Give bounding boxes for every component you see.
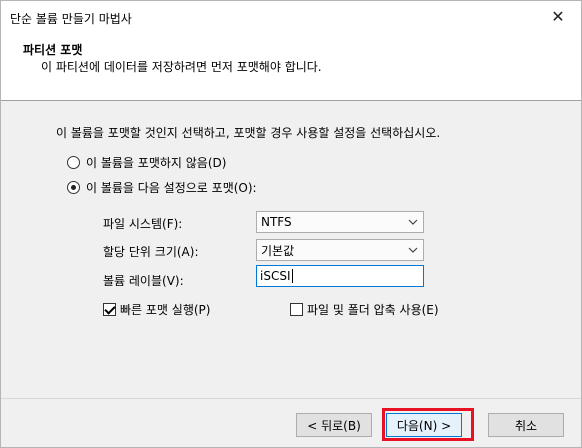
radio-format-button[interactable] [67,181,80,194]
quick-format-checkbox[interactable]: 빠른 포맷 실행(P) [103,301,210,318]
radio-format-label: 이 볼륨을 다음 설정으로 포맷(O): [86,181,257,195]
volume-label-value: iSCSI [260,269,291,283]
footer-divider [1,398,581,399]
close-icon[interactable]: ✕ [535,1,581,32]
quick-format-check[interactable] [103,303,116,316]
radio-format[interactable]: 이 볼륨을 다음 설정으로 포맷(O): [67,179,257,196]
back-button[interactable]: < 뒤로(B) [296,413,372,437]
radio-no-format[interactable]: 이 볼륨을 포맷하지 않음(D) [67,154,226,171]
volume-label-input[interactable]: iSCSI [256,265,424,287]
file-system-value: NTFS [261,215,292,229]
next-button-highlight [382,408,474,441]
allocation-unit-select[interactable]: 기본값 [256,239,424,261]
chevron-down-icon [408,215,418,232]
radio-no-format-label: 이 볼륨을 포맷하지 않음(D) [86,156,227,170]
compression-label: 파일 및 폴더 압축 사용(E) [307,303,439,317]
cancel-button[interactable]: 취소 [488,413,564,437]
title-bar: 단순 볼륨 만들기 마법사 ✕ [1,1,581,32]
page-subtitle: 이 파티션에 데이터를 저장하려면 먼저 포맷해야 합니다. [41,60,322,74]
quick-format-label: 빠른 포맷 실행(P) [120,303,211,317]
wizard-content: 이 볼륨을 포맷할 것인지 선택하고, 포맷할 경우 사용할 설정을 선택하십시… [1,102,581,398]
file-system-select[interactable]: NTFS [256,211,424,233]
allocation-unit-label: 할당 단위 크기(A): [103,245,199,259]
volume-label-label: 볼륨 레이블(V): [103,274,184,288]
window-title: 단순 볼륨 만들기 마법사 [10,12,132,26]
text-caret [291,269,293,283]
allocation-unit-value: 기본값 [261,243,295,258]
wizard-header: 파티션 포맷 이 파티션에 데이터를 저장하려면 먼저 포맷해야 합니다. [1,32,581,101]
page-title: 파티션 포맷 [23,43,83,57]
compression-check[interactable] [290,303,303,316]
chevron-down-icon [408,243,418,260]
instruction-text: 이 볼륨을 포맷할 것인지 선택하고, 포맷할 경우 사용할 설정을 선택하십시… [56,126,441,140]
compression-checkbox[interactable]: 파일 및 폴더 압축 사용(E) [290,301,439,318]
wizard-window: 단순 볼륨 만들기 마법사 ✕ 파티션 포맷 이 파티션에 데이터를 저장하려면… [0,0,582,448]
radio-no-format-button[interactable] [67,156,80,169]
file-system-label: 파일 시스템(F): [103,217,183,231]
